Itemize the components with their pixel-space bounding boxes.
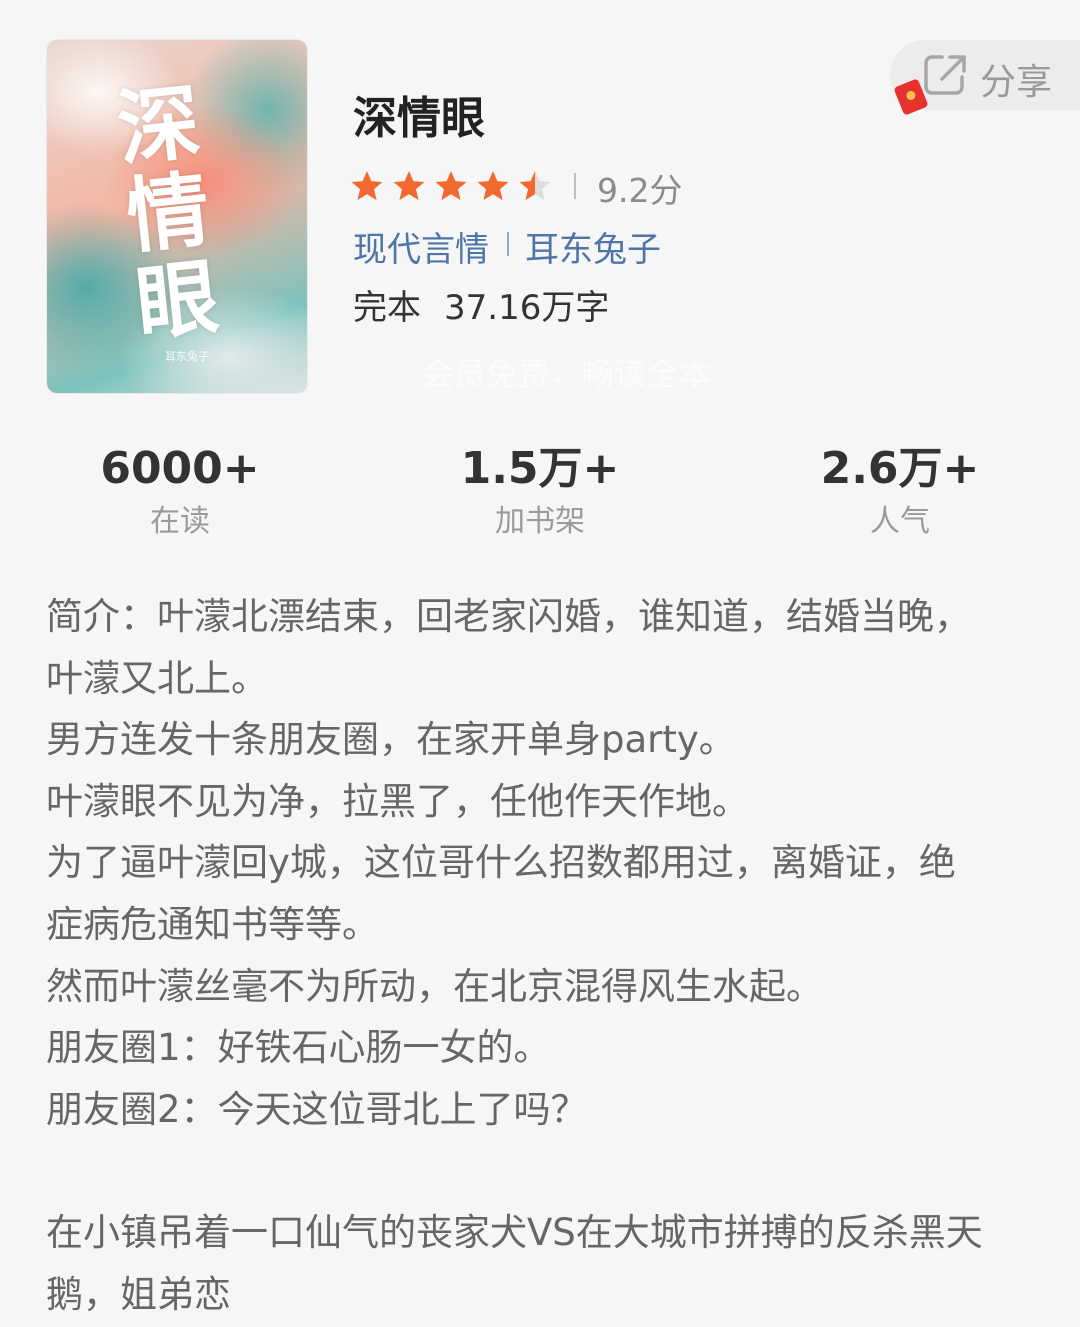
stat-reading: 6000+ 在读 bbox=[0, 440, 360, 544]
book-status: 完本 bbox=[353, 288, 421, 328]
stat-popularity: 2.6万+ 人气 bbox=[720, 440, 1080, 544]
cover-title: 深情眼 bbox=[113, 73, 224, 354]
rating-divider bbox=[574, 173, 576, 199]
word-count: 37.16万字 bbox=[444, 288, 610, 328]
description-line: 朋友圈1：好铁石心肠一女的。 bbox=[46, 1026, 551, 1070]
star-full-icon bbox=[477, 171, 509, 201]
description-spacer bbox=[46, 1140, 1042, 1202]
description-line: 叶濛又北上。 bbox=[46, 656, 268, 700]
description-line: 然而叶濛丝毫不为所动，在北京混得风生水起。 bbox=[46, 964, 823, 1008]
description-line: 叶濛眼不见为净，拉黑了，任他作天作地。 bbox=[46, 779, 749, 823]
promo-text: 会员免费，畅读全本 bbox=[422, 355, 711, 393]
author-link[interactable]: 耳东兔子 bbox=[525, 222, 661, 271]
book-cover[interactable]: 深情眼 耳东兔子 bbox=[47, 40, 307, 393]
stat-value: 1.5万+ bbox=[460, 443, 620, 494]
share-button[interactable]: 分享 bbox=[890, 40, 1080, 116]
stat-bookshelf: 1.5万+ 加书架 bbox=[360, 440, 720, 544]
description-line: 朋友圈2：今天这位哥北上了吗？ bbox=[46, 1087, 588, 1131]
description-line: 症病危通知书等等。 bbox=[46, 902, 379, 946]
description-line: 简介：叶濛北漂结束，回老家闪婚，谁知道，结婚当晚， bbox=[46, 595, 971, 638]
star-full-icon bbox=[351, 171, 383, 201]
star-half-icon bbox=[519, 171, 551, 201]
star-full-icon bbox=[435, 171, 467, 201]
stat-label: 在读 bbox=[150, 504, 210, 539]
star-full-icon bbox=[393, 171, 425, 201]
meta-divider bbox=[507, 232, 509, 256]
description-line: 在小镇吊着一口仙气的丧家犬VS在大城市拼搏的反杀黑天 bbox=[46, 1210, 983, 1254]
description-line: 为了逼叶濛回y城，这位哥什么招数都用过，离婚证，绝 bbox=[46, 841, 956, 885]
book-description: 简介：叶濛北漂结束，回老家闪婚，谁知道，结婚当晚， 叶濛又北上。 男方连发十条朋… bbox=[46, 586, 1042, 1325]
cover-author: 耳东兔子 bbox=[165, 350, 209, 363]
genre-link[interactable]: 现代言情 bbox=[353, 222, 489, 271]
rating-score: 9.2分 bbox=[597, 171, 683, 210]
description-line: 男方连发十条朋友圈，在家开单身party。 bbox=[46, 718, 736, 762]
rating-stars bbox=[350, 166, 560, 206]
share-icon bbox=[924, 55, 966, 95]
stat-label: 人气 bbox=[870, 504, 930, 539]
book-title: 深情眼 bbox=[353, 93, 485, 144]
stat-value: 2.6万+ bbox=[820, 443, 980, 494]
description-line: 鹅，姐弟恋 bbox=[46, 1272, 231, 1316]
share-label: 分享 bbox=[980, 62, 1053, 103]
stat-label: 加书架 bbox=[495, 504, 585, 539]
stat-value: 6000+ bbox=[100, 443, 260, 494]
